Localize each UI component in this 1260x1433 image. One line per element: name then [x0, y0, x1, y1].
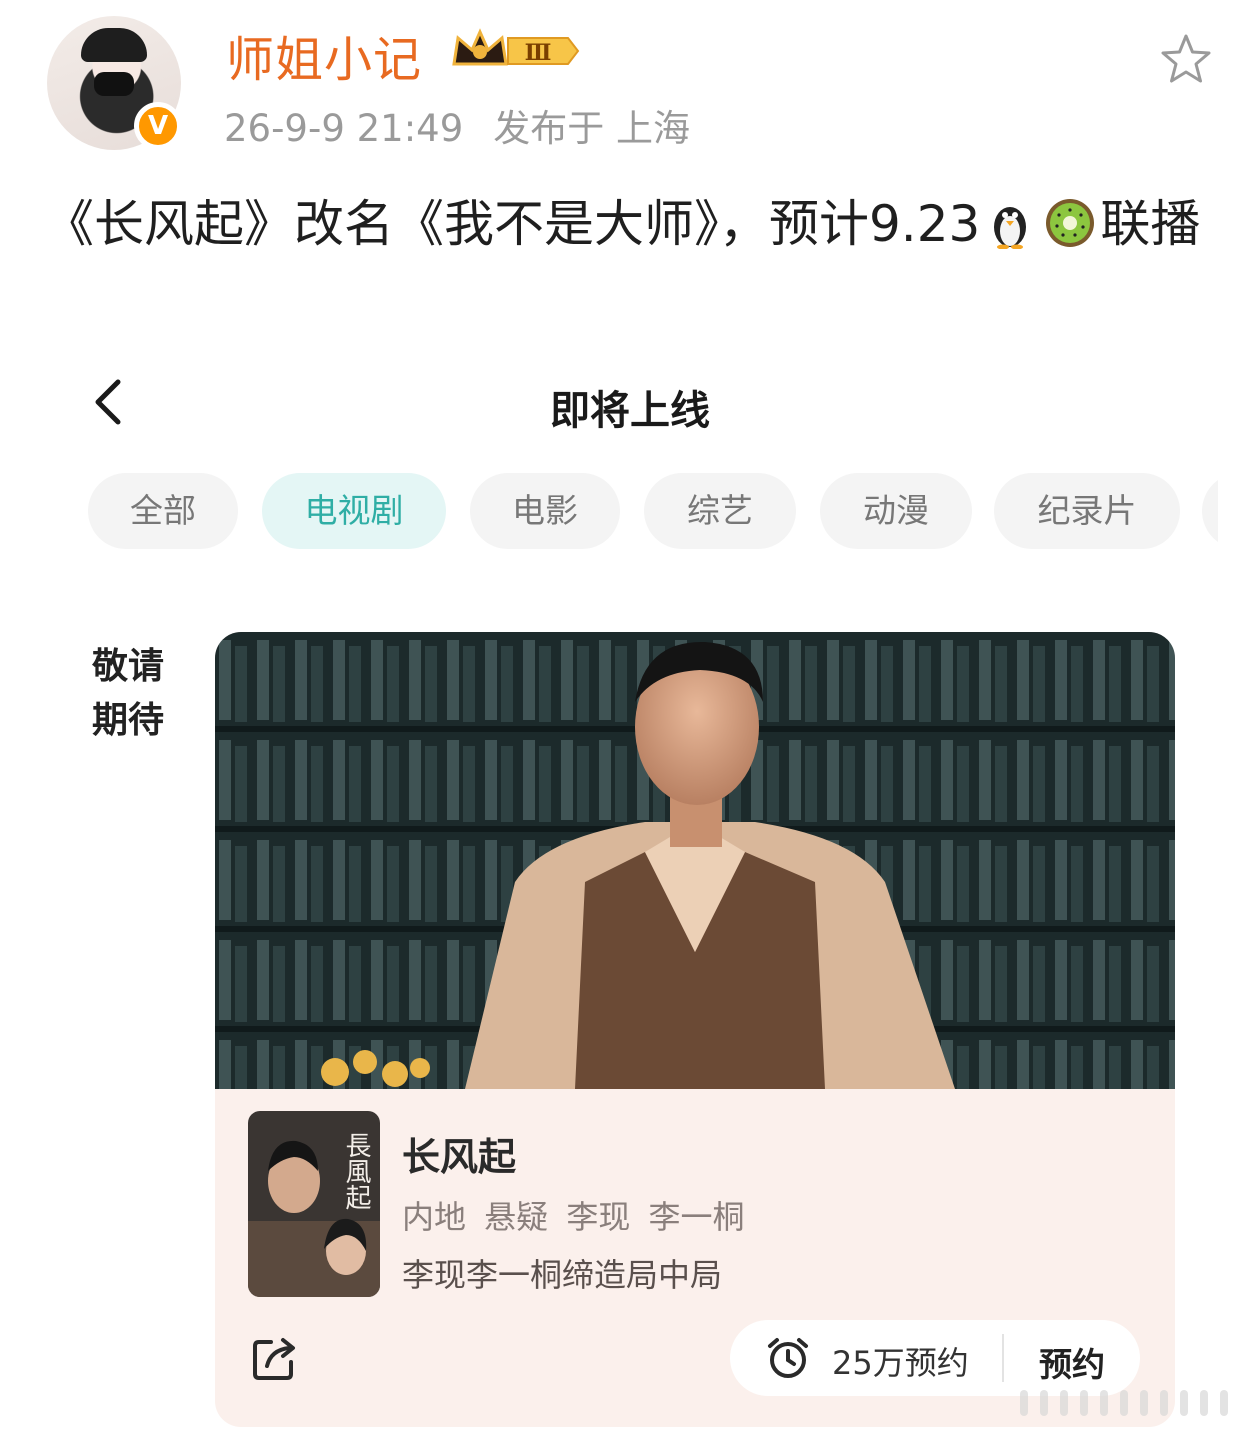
- alarm-clock-icon: [768, 1338, 808, 1378]
- show-tags: 内地 悬疑 李现 李一桐: [402, 1198, 745, 1236]
- show-title[interactable]: 长风起: [402, 1126, 516, 1181]
- upcoming-show-card[interactable]: 長風起 长风起 内地 悬疑 李现 李一桐 李现李一桐缔造局中局 25万预约 预约: [215, 632, 1175, 1427]
- post-text-tail: 联播: [1100, 195, 1201, 253]
- hero-image[interactable]: [215, 632, 1175, 1089]
- avatar-mask: [94, 72, 134, 96]
- post-text-main: 《长风起》改名《我不是大师》，预计9.23: [44, 195, 981, 253]
- tab-anime[interactable]: 动漫: [820, 473, 972, 549]
- avatar-hat: [81, 28, 147, 62]
- post-location: 发布于 上海: [493, 107, 691, 150]
- tab-all[interactable]: 全部: [88, 473, 238, 549]
- tab-variety[interactable]: 综艺: [644, 473, 796, 549]
- tab-movies[interactable]: 电影: [470, 473, 620, 549]
- member-crown-icon: Ⅲ: [452, 28, 580, 66]
- side-label: 敬请期待: [92, 646, 165, 741]
- page-title: 即将上线: [550, 388, 710, 434]
- pill-divider: [1002, 1334, 1004, 1382]
- reserve-pill: 25万预约 预约: [730, 1320, 1140, 1396]
- post-meta: 26-9-9 21:49 发布于 上海: [224, 98, 690, 152]
- tab-tv-series[interactable]: 电视剧: [262, 473, 446, 549]
- show-description: 李现李一桐缔造局中局: [402, 1256, 723, 1294]
- verified-badge: V: [134, 102, 182, 150]
- penguin-icon: [994, 207, 1027, 249]
- kiwi-icon: [1046, 199, 1095, 247]
- post-time: 26-9-9 21:49: [224, 107, 464, 150]
- tab-more-partial[interactable]: [1202, 473, 1218, 549]
- show-poster[interactable]: 長風起: [248, 1111, 380, 1297]
- level-badge-text: Ⅲ: [525, 40, 552, 66]
- poster-title-text: 長風起: [341, 1132, 371, 1210]
- category-tabs: 全部 电视剧 电影 综艺 动漫 纪录片: [88, 473, 1218, 549]
- share-icon[interactable]: [249, 1332, 301, 1384]
- tab-documentary[interactable]: 纪录片: [994, 473, 1180, 549]
- watermark-decoration: [1020, 1390, 1228, 1416]
- post-body: 《长风起》改名《我不是大师》，预计9.23 联播: [44, 188, 1224, 260]
- favorite-star-icon[interactable]: [1156, 30, 1216, 90]
- reserve-button[interactable]: 预约: [1022, 1338, 1122, 1386]
- username[interactable]: 师姐小记: [226, 20, 422, 90]
- reserve-count: 25万预约: [832, 1344, 969, 1382]
